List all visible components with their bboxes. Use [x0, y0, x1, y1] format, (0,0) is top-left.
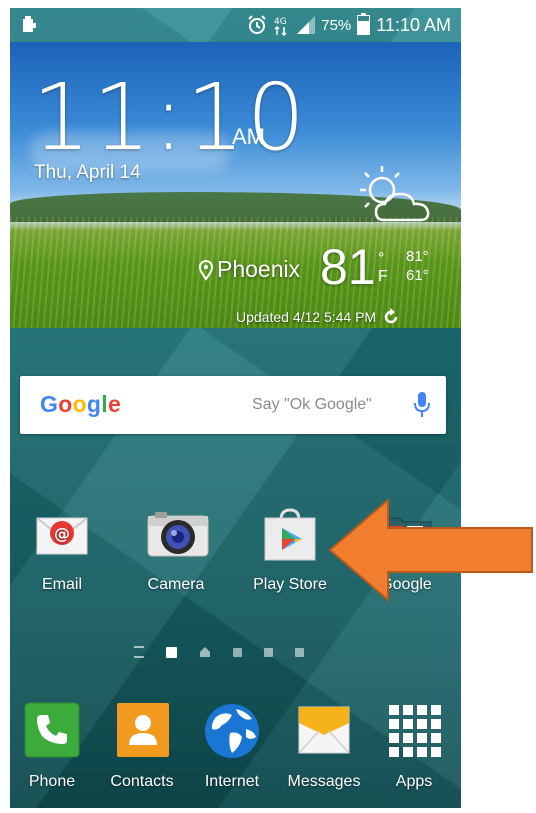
- widget-city: Phoenix: [198, 256, 300, 283]
- dock-contacts[interactable]: Contacts: [92, 701, 192, 791]
- app-camera[interactable]: Camera: [126, 504, 226, 594]
- orange-arrow-annotation: [328, 497, 533, 603]
- page-indicators: [134, 646, 304, 658]
- unit-letter: F: [378, 267, 388, 285]
- app-label: Contacts: [110, 773, 174, 790]
- svg-text:@: @: [54, 524, 70, 543]
- phone-icon: [21, 701, 83, 763]
- dock-apps[interactable]: Apps: [364, 701, 461, 791]
- high-low: 81° 61°: [406, 248, 429, 286]
- widget-date: Thu, April 14: [34, 162, 141, 183]
- apps-grid-icon: [383, 701, 445, 763]
- data-icon: 4G: [274, 17, 287, 36]
- logo-letter: G: [40, 391, 59, 417]
- widget-clock: 11:10: [32, 64, 308, 171]
- temp-low: 61°: [406, 266, 429, 284]
- notification-icon: [23, 16, 36, 32]
- app-label: Email: [41, 576, 82, 593]
- refresh-icon[interactable]: [382, 308, 400, 326]
- degree-symbol: °: [378, 250, 385, 267]
- city-name: Phoenix: [217, 256, 301, 282]
- messages-icon: [293, 701, 355, 763]
- home-icon[interactable]: [199, 646, 211, 658]
- logo-letter: g: [86, 391, 102, 417]
- camera-icon: [145, 504, 209, 566]
- page-indicator-active[interactable]: [166, 646, 177, 658]
- logo-letter: o: [72, 391, 87, 417]
- status-right: 4G 75% 11:10 AM: [247, 13, 451, 36]
- clock-weather-widget[interactable]: 11:10 AM Thu, April 14 Phoenix 81 ° F 81…: [10, 42, 461, 328]
- globe-icon: [201, 701, 263, 763]
- partly-sunny-icon: [360, 166, 430, 222]
- dock-messages[interactable]: Messages: [274, 701, 374, 791]
- microphone-icon[interactable]: [412, 390, 432, 420]
- widget-updated: Updated 4/12 5:44 PM: [236, 308, 400, 326]
- app-label: Messages: [287, 773, 361, 790]
- app-email[interactable]: @ Email: [12, 504, 112, 594]
- page-indicator[interactable]: [233, 647, 242, 657]
- email-icon: @: [31, 504, 93, 566]
- home-page-indicator[interactable]: [134, 646, 144, 658]
- contacts-icon: [111, 701, 173, 763]
- battery-percent: 75%: [321, 16, 352, 34]
- app-label: Play Store: [253, 576, 327, 593]
- app-label: Phone: [28, 773, 76, 790]
- search-hint[interactable]: Say "Ok Google": [252, 396, 372, 414]
- logo-letter: o: [58, 391, 73, 417]
- updated-text: Updated 4/12 5:44 PM: [236, 309, 377, 325]
- page-indicator[interactable]: [295, 647, 304, 657]
- widget-temperature: 81: [320, 239, 376, 295]
- alarm-icon: [248, 15, 266, 34]
- logo-letter: e: [107, 391, 122, 417]
- battery-icon: [357, 13, 371, 35]
- page-indicator[interactable]: [264, 647, 273, 657]
- google-logo: Google: [40, 391, 121, 418]
- app-label: Camera: [147, 576, 205, 593]
- signal-icon: [297, 16, 316, 34]
- dock-internet[interactable]: Internet: [182, 701, 282, 791]
- dock-phone[interactable]: Phone: [10, 701, 102, 791]
- play-store-icon: [259, 504, 321, 566]
- status-bar: 4G 75% 11:10 AM: [10, 8, 461, 42]
- temperature-unit: ° F: [378, 250, 388, 285]
- location-pin-icon: [198, 259, 214, 281]
- svg-text:4G: 4G: [274, 17, 287, 27]
- app-label: Apps: [395, 773, 433, 790]
- logo-letter: l: [101, 391, 108, 417]
- app-label: Internet: [204, 773, 260, 790]
- app-play-store[interactable]: Play Store: [240, 504, 340, 594]
- status-time: 11:10 AM: [376, 14, 451, 35]
- phone-screen: 4G 75% 11:10 AM 11:10 AM Thu, April 14 P…: [10, 8, 461, 808]
- widget-ampm: AM: [232, 124, 265, 149]
- temp-high: 81°: [406, 248, 429, 265]
- google-search-bar[interactable]: Google Say "Ok Google": [20, 376, 446, 434]
